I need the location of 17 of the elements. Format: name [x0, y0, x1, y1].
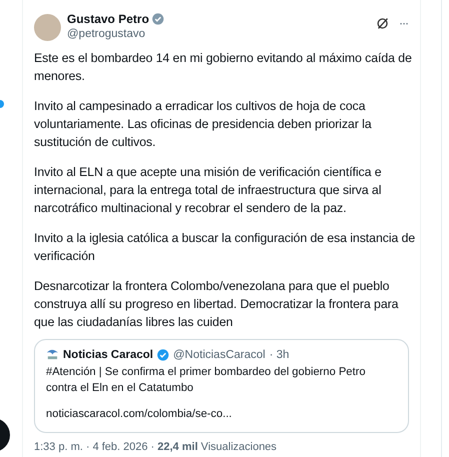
- quoted-link[interactable]: noticiascaracol.com/colombia/se-co...: [46, 406, 397, 422]
- tweet-paragraph: Desnarcotizar la frontera Colombo/venezolana para que el pueblo construya allí su progreso en libertad. Democratizar la frontera para que las ciudadanías libres las cuiden: [34, 278, 400, 331]
- slashed-circle-icon[interactable]: [376, 16, 389, 30]
- quoted-time: · 3h: [269, 348, 290, 360]
- logo-icon: [46, 348, 59, 361]
- quoted-author-name: Noticias Caracol: [63, 348, 154, 360]
- author-handle[interactable]: @petrogustavo: [67, 28, 370, 40]
- tweet-paragraph: Invito a la iglesia católica a buscar la configuración de esa instancia de verificación: [34, 230, 416, 265]
- more-button[interactable]: ···: [399, 16, 408, 30]
- tweet-meta: 1:33 p. m. · 4 feb. 2026 · 22,4 mil Visualizaciones: [34, 441, 278, 453]
- quoted-author-handle: @NoticiasCaracol: [173, 348, 266, 360]
- tweet-paragraph: Invito al ELN a que acepte una misión de verificación científica e internacional, para la entrega total de infraestructura que sirva al narcotráfico multinacional y recobrar el sendero de la paz.: [34, 164, 382, 217]
- quoted-tweet-card[interactable]: Noticias Caracol @NoticiasCaracol · 3h #Atención | Se confirma el primer bombardeo del gobierno Petro contra el Eln en el Catatumbo noticiascaracol.com/colombia/se-co...: [34, 339, 409, 433]
- tweet-paragraph: Este es el bombardeo 14 en mi gobierno evitando al máximo caída de menores.: [34, 50, 413, 85]
- quoted-text: #Atención | Se confirma el primer bombardeo del gobierno Petro contra el Eln en el Catatumbo: [46, 365, 366, 396]
- author-name[interactable]: Gustavo Petro: [67, 12, 150, 26]
- tweet-paragraph: Invito al campesinado a erradicar los cultivos de hoja de coca voluntariamente. Las oficinas de presidencia deben priorizar la sustitución de cultivos.: [34, 98, 372, 151]
